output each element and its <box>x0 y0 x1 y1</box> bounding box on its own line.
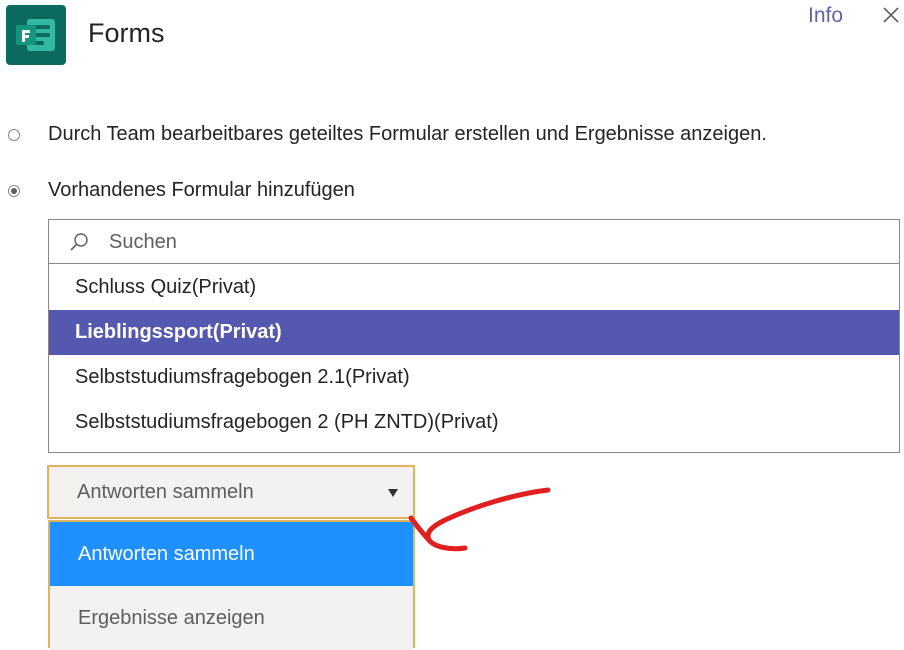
option-create-shared-form[interactable]: Durch Team bearbeitbares geteiltes Formu… <box>8 123 767 146</box>
option-add-existing-form[interactable]: Vorhandenes Formular hinzufügen <box>8 179 355 202</box>
info-link[interactable]: Info <box>808 4 843 28</box>
form-list-item[interactable]: Selbststudiumsfragebogen 2.1(Privat) <box>49 355 899 400</box>
radio-create-shared-form[interactable] <box>8 128 20 141</box>
form-list-item[interactable]: Schluss Quiz(Privat) <box>49 265 899 310</box>
form-list: Schluss Quiz(Privat) Lieblingssport(Priv… <box>49 265 899 445</box>
menu-item-view-results[interactable]: Ergebnisse anzeigen <box>50 586 413 650</box>
option-create-shared-form-label: Durch Team bearbeitbares geteiltes Formu… <box>48 123 767 145</box>
forms-app-icon <box>6 5 66 65</box>
menu-item-collect-responses[interactable]: Antworten sammeln <box>50 522 413 586</box>
option-add-existing-form-label: Vorhandenes Formular hinzufügen <box>48 179 355 201</box>
mode-dropdown-menu: Antworten sammeln Ergebnisse anzeigen <box>48 520 415 650</box>
caret-down-icon <box>387 485 399 497</box>
form-list-item-selected[interactable]: Lieblingssport(Privat) <box>49 310 899 355</box>
mode-dropdown-value: Antworten sammeln <box>77 481 254 503</box>
form-list-item[interactable]: Selbststudiumsfragebogen 2 (PH ZNTD)(Pri… <box>49 400 899 445</box>
search-icon <box>69 232 89 252</box>
red-arrow-annotation <box>405 482 555 562</box>
app-title: Forms <box>88 18 165 48</box>
mode-dropdown[interactable]: Antworten sammeln <box>47 465 415 519</box>
search-box[interactable] <box>49 220 899 264</box>
search-input[interactable] <box>109 228 869 256</box>
close-icon[interactable] <box>880 4 902 26</box>
form-picker: Schluss Quiz(Privat) Lieblingssport(Priv… <box>48 219 900 453</box>
radio-add-existing-form[interactable] <box>8 184 20 197</box>
